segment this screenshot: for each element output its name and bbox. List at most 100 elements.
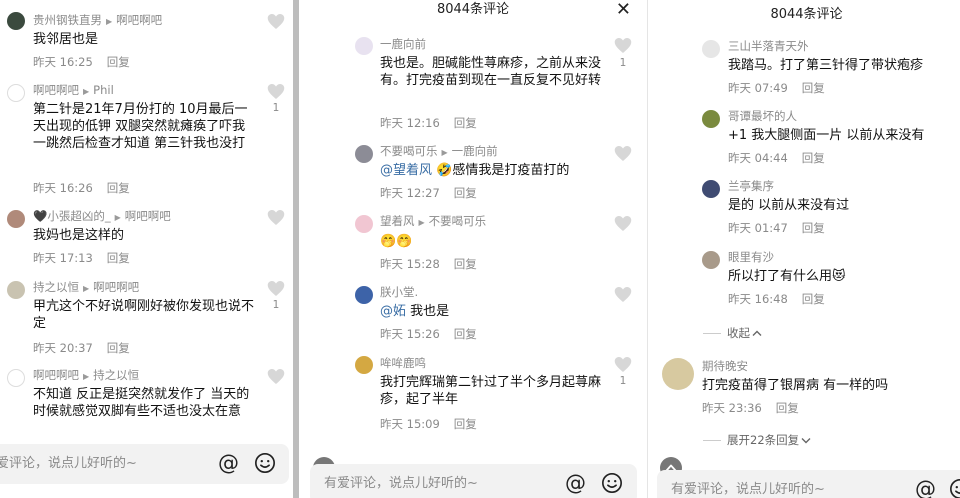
comment-text: 我踏马。打了第三针得了带状疱疹 <box>728 58 924 73</box>
comment-author[interactable]: 贵州钢铁直男 ▶ 啊吧啊吧 <box>33 12 162 30</box>
comment-input[interactable]: 有爱评论，说点儿好听的~ <box>324 476 478 492</box>
mention-link[interactable]: @妬 <box>380 304 406 319</box>
comment-author[interactable]: 眼里有沙 <box>728 249 774 265</box>
heart-icon[interactable] <box>614 286 632 303</box>
avatar[interactable] <box>355 145 373 163</box>
comment-text: @妬 我也是 <box>380 303 605 320</box>
avatar[interactable] <box>702 110 720 128</box>
reply-button[interactable]: 回复 <box>107 341 130 355</box>
collapse-label[interactable]: 收起 <box>727 326 750 340</box>
reply-to-name[interactable]: 持之以恒 <box>93 368 139 382</box>
author-name[interactable]: 朕小堂. <box>380 285 418 299</box>
comment-author[interactable]: 啊吧啊吧 ▶ 持之以恒 <box>33 367 139 385</box>
reply-button[interactable]: 回复 <box>107 181 130 195</box>
heart-icon[interactable] <box>267 83 285 100</box>
expand-label[interactable]: 展开22条回复 <box>727 433 799 447</box>
author-name[interactable]: 啊吧啊吧 <box>33 368 79 382</box>
heart-icon[interactable] <box>267 368 285 385</box>
reply-arrow-icon: ▶ <box>106 17 113 26</box>
reply-button[interactable]: 回复 <box>802 221 825 235</box>
heart-icon[interactable] <box>614 37 632 54</box>
author-name[interactable]: 眼里有沙 <box>728 250 774 264</box>
avatar[interactable] <box>7 84 25 102</box>
reply-button[interactable]: 回复 <box>802 81 825 95</box>
reply-button[interactable]: 回复 <box>454 116 477 130</box>
avatar[interactable] <box>355 356 373 374</box>
comment-author[interactable]: 期待晚安 <box>702 358 748 374</box>
comment-author[interactable]: 一鹿向前 <box>380 36 426 52</box>
author-name[interactable]: 三山半落青天外 <box>728 39 809 53</box>
avatar[interactable] <box>7 210 25 228</box>
comment-input[interactable]: 有爱评论，说点儿好听的~ <box>671 482 825 498</box>
comment-author[interactable]: 不要喝可乐 ▶ 一鹿向前 <box>380 143 498 161</box>
reply-button[interactable]: 回复 <box>454 257 477 271</box>
reply-to-name[interactable]: 不要喝可乐 <box>429 214 487 228</box>
comment-input-bar[interactable]: 有爱评论，说点儿好听的~ @ <box>657 470 960 498</box>
avatar[interactable] <box>355 37 373 55</box>
reply-button[interactable]: 回复 <box>802 151 825 165</box>
comment-author[interactable]: 啊吧啊吧 ▶ Phil <box>33 82 114 100</box>
reply-button[interactable]: 回复 <box>107 251 130 265</box>
author-name[interactable]: 一鹿向前 <box>380 37 426 51</box>
author-name[interactable]: 期待晚安 <box>702 359 748 373</box>
reply-button[interactable]: 回复 <box>454 327 477 341</box>
reply-button[interactable]: 回复 <box>107 55 130 69</box>
avatar[interactable] <box>702 180 720 198</box>
avatar[interactable] <box>7 369 25 387</box>
mention-link[interactable]: @望着风 <box>380 163 432 178</box>
avatar[interactable] <box>702 40 720 58</box>
reply-to-name[interactable]: Phil <box>93 83 114 97</box>
author-name[interactable]: 🖤小張超凶的_ <box>33 209 111 223</box>
reply-button[interactable]: 回复 <box>454 417 477 431</box>
reply-button[interactable]: 回复 <box>454 186 477 200</box>
collapse-replies-button[interactable]: 收起 <box>703 325 762 341</box>
smile-icon[interactable] <box>601 472 623 494</box>
comment-author[interactable]: 🖤小張超凶的_ ▶ 啊吧啊吧 <box>33 208 171 226</box>
avatar[interactable] <box>355 286 373 304</box>
author-name[interactable]: 不要喝可乐 <box>380 144 438 158</box>
heart-icon[interactable] <box>267 13 285 30</box>
reply-button[interactable]: 回复 <box>802 292 825 306</box>
reply-to-name[interactable]: 啊吧啊吧 <box>93 280 139 294</box>
avatar[interactable] <box>662 358 694 390</box>
author-name[interactable]: 哞哞鹿鸣 <box>380 356 426 370</box>
comment-input[interactable]: 爱评论，说点儿好听的~ <box>0 456 137 472</box>
author-name[interactable]: 哥谭最坏的人 <box>728 109 797 123</box>
expand-replies-button[interactable]: 展开22条回复 <box>703 432 811 448</box>
author-name[interactable]: 望着风 <box>380 214 415 228</box>
reply-to-name[interactable]: 一鹿向前 <box>452 144 498 158</box>
at-mention-icon[interactable]: @ <box>218 452 239 474</box>
reply-arrow-icon: ▶ <box>441 148 448 157</box>
author-name[interactable]: 贵州钢铁直男 <box>33 13 102 27</box>
heart-icon[interactable] <box>267 280 285 297</box>
at-mention-icon[interactable]: @ <box>915 478 936 498</box>
at-mention-icon[interactable]: @ <box>565 472 586 494</box>
author-name[interactable]: 持之以恒 <box>33 280 79 294</box>
comment-input-bar[interactable]: 爱评论，说点儿好听的~ @ <box>0 444 289 484</box>
heart-icon[interactable] <box>614 145 632 162</box>
avatar[interactable] <box>355 215 373 233</box>
reply-to-name[interactable]: 啊吧啊吧 <box>125 209 171 223</box>
smile-icon[interactable] <box>254 452 276 474</box>
smile-icon[interactable] <box>949 478 960 498</box>
comment-author[interactable]: 三山半落青天外 <box>728 38 809 54</box>
author-name[interactable]: 兰亭集序 <box>728 179 774 193</box>
comment-author[interactable]: 哞哞鹿鸣 <box>380 355 426 371</box>
heart-icon[interactable] <box>614 215 632 232</box>
avatar[interactable] <box>7 281 25 299</box>
heart-icon[interactable] <box>267 209 285 226</box>
comment-author[interactable]: 兰亭集序 <box>728 178 774 194</box>
avatar[interactable] <box>7 12 25 30</box>
avatar[interactable] <box>702 251 720 269</box>
author-name[interactable]: 啊吧啊吧 <box>33 83 79 97</box>
reply-to-name[interactable]: 啊吧啊吧 <box>116 13 162 27</box>
comment-author[interactable]: 望着风 ▶ 不要喝可乐 <box>380 213 486 231</box>
close-icon[interactable]: ✕ <box>616 0 631 20</box>
comment-author[interactable]: 持之以恒 ▶ 啊吧啊吧 <box>33 279 139 297</box>
divider-line <box>703 333 721 334</box>
comment-author[interactable]: 哥谭最坏的人 <box>728 108 797 124</box>
comment-author[interactable]: 朕小堂. <box>380 284 418 300</box>
reply-button[interactable]: 回复 <box>776 401 799 415</box>
heart-icon[interactable] <box>614 356 632 373</box>
comment-input-bar[interactable]: 有爱评论，说点儿好听的~ @ <box>310 464 637 498</box>
